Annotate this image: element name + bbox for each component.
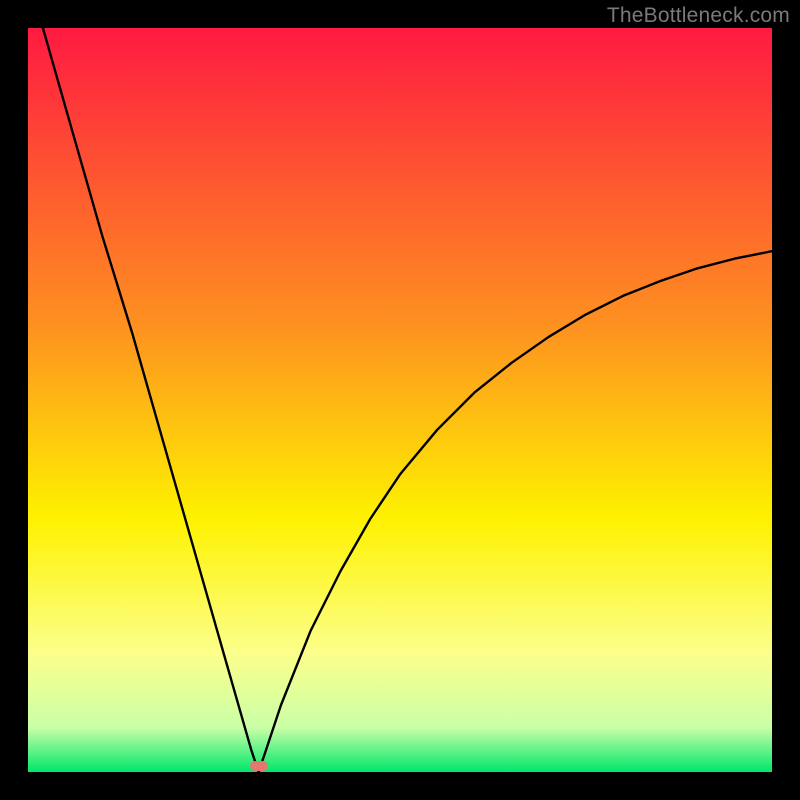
heat-gradient <box>28 28 772 772</box>
bottleneck-chart <box>28 28 772 772</box>
chart-frame <box>28 28 772 772</box>
optimal-marker <box>250 761 268 771</box>
watermark-text: TheBottleneck.com <box>607 4 790 28</box>
